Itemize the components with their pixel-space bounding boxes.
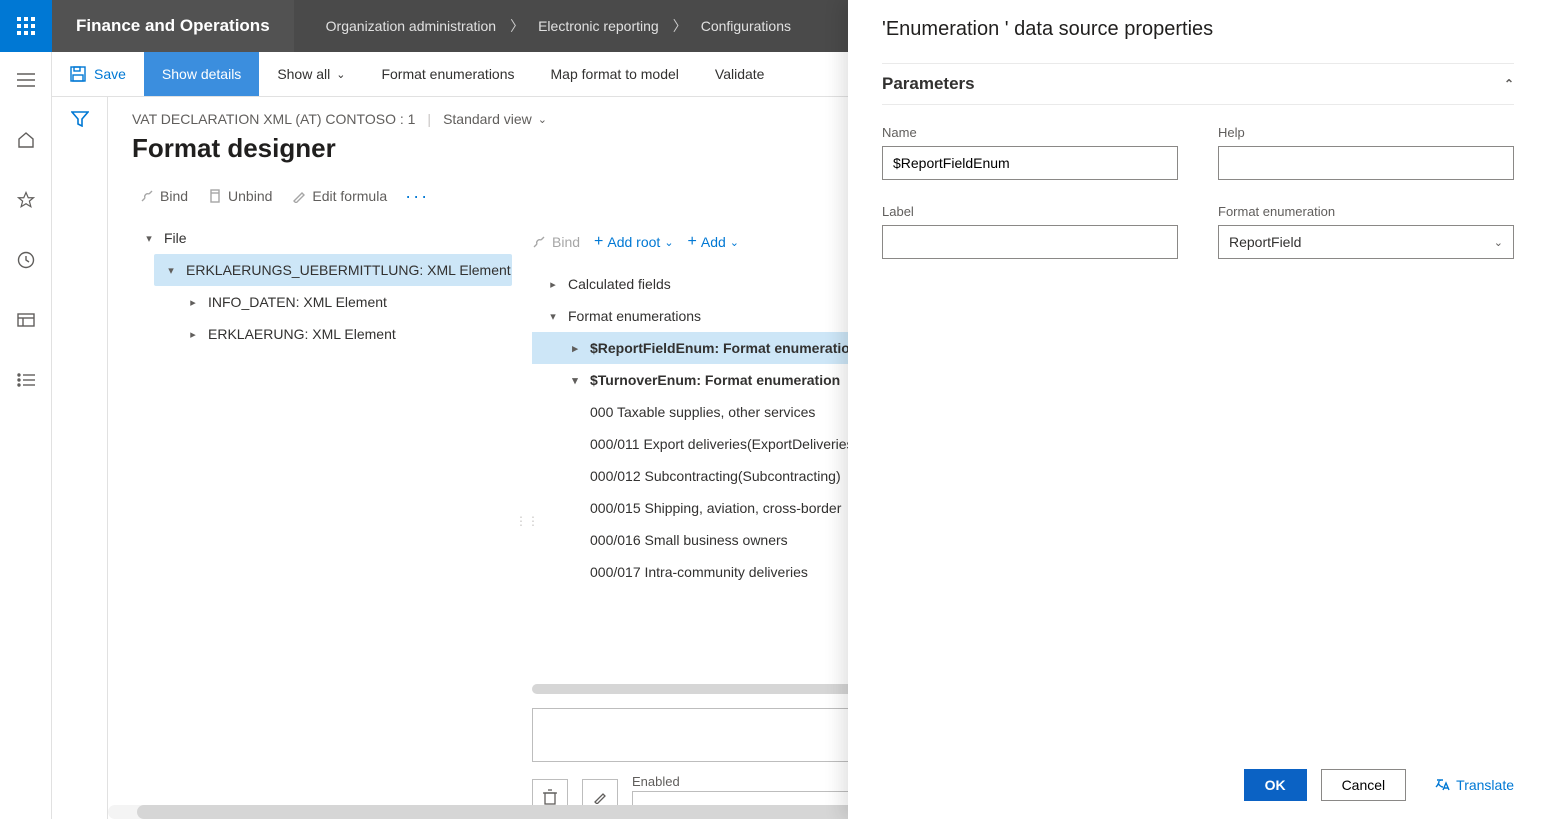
breadcrumb-item[interactable]: Electronic reporting: [538, 18, 659, 34]
breadcrumb-item[interactable]: Configurations: [701, 18, 791, 34]
map-bind-button[interactable]: Bind: [532, 234, 580, 250]
map-node-label: 000/012 Subcontracting(Subcontracting): [590, 468, 841, 484]
chevron-down-icon: ⌄: [336, 68, 345, 81]
splitter-handle[interactable]: ⋮⋮: [522, 222, 532, 819]
map-format-label: Map format to model: [551, 66, 679, 82]
more-icon[interactable]: ···: [399, 186, 435, 207]
pane-title: 'Enumeration ' data source properties: [882, 18, 1514, 41]
add-root-label: Add root: [607, 234, 660, 250]
workspace-icon[interactable]: [8, 302, 44, 338]
map-node-label: 000 Taxable supplies, other services: [590, 404, 815, 420]
name-input[interactable]: [882, 146, 1178, 180]
translate-link[interactable]: Translate: [1434, 777, 1514, 793]
chevron-right-icon: 〉: [673, 16, 687, 36]
ok-button[interactable]: OK: [1244, 769, 1307, 801]
caret-right-icon: ▸: [566, 342, 584, 355]
view-picker[interactable]: Standard view ⌄: [443, 111, 547, 127]
view-label: Standard view: [443, 111, 532, 127]
format-enumeration-value: ReportField: [1229, 234, 1301, 250]
map-node-label: Format enumerations: [568, 308, 701, 324]
edit-formula-label: Edit formula: [312, 188, 387, 204]
tree-node-label: ERKLAERUNG: XML Element: [208, 326, 396, 342]
chevron-right-icon: 〉: [510, 16, 524, 36]
list-icon[interactable]: [8, 362, 44, 398]
map-node-label: $TurnoverEnum: Format enumeration: [590, 372, 840, 388]
unbind-button[interactable]: Unbind: [200, 184, 280, 208]
save-button[interactable]: Save: [52, 52, 144, 96]
name-label: Name: [882, 125, 1178, 140]
tree-node-label: INFO_DATEN: XML Element: [208, 294, 387, 310]
edit-formula-button[interactable]: Edit formula: [284, 184, 395, 208]
map-node-label: 000/017 Intra-community deliveries: [590, 564, 808, 580]
add-label: Add: [701, 234, 726, 250]
document-id: VAT DECLARATION XML (AT) CONTOSO : 1: [132, 111, 415, 127]
tree-root-label: File: [164, 230, 187, 246]
map-node-label: 000/011 Export deliveries(ExportDeliveri…: [590, 436, 858, 452]
label-input[interactable]: [882, 225, 1178, 259]
caret-down-icon: ▾: [140, 232, 158, 245]
validate-label: Validate: [715, 66, 765, 82]
caret-right-icon: ▸: [544, 278, 562, 291]
filter-icon[interactable]: [71, 111, 89, 819]
cancel-button[interactable]: Cancel: [1321, 769, 1407, 801]
format-enumeration-select[interactable]: ReportField ⌄: [1218, 225, 1514, 259]
validate-button[interactable]: Validate: [697, 52, 783, 96]
breadcrumb-item[interactable]: Organization administration: [326, 18, 496, 34]
show-all-label: Show all: [277, 66, 330, 82]
save-button-label: Save: [94, 66, 126, 82]
help-input[interactable]: [1218, 146, 1514, 180]
tree-root[interactable]: ▾ File: [132, 222, 512, 254]
map-node-label: 000/015 Shipping, aviation, cross-border: [590, 500, 841, 516]
chevron-up-icon: ⌃: [1504, 77, 1514, 91]
caret-down-icon: ▾: [566, 374, 584, 387]
map-node-label: Calculated fields: [568, 276, 671, 292]
help-label: Help: [1218, 125, 1514, 140]
format-enumerations-button[interactable]: Format enumerations: [363, 52, 532, 96]
map-node-label: $ReportFieldEnum: Format enumeration: [590, 340, 858, 356]
bind-label: Bind: [160, 188, 188, 204]
separator: |: [427, 111, 431, 127]
format-enumeration-label: Format enumeration: [1218, 204, 1514, 219]
add-root-button[interactable]: + Add root ⌄: [594, 233, 674, 251]
add-button[interactable]: + Add ⌄: [688, 233, 739, 251]
app-title: Finance and Operations: [52, 0, 294, 52]
caret-down-icon: ▾: [544, 310, 562, 323]
caret-right-icon: ▸: [184, 296, 202, 309]
nav-menu-icon[interactable]: [8, 62, 44, 98]
map-node-label: 000/016 Small business owners: [590, 532, 788, 548]
caret-down-icon: ▾: [162, 264, 180, 277]
map-bind-label: Bind: [552, 234, 580, 250]
translate-label: Translate: [1456, 777, 1514, 793]
tree-node[interactable]: ▸ ERKLAERUNG: XML Element: [176, 318, 512, 350]
tree-node[interactable]: ▾ ERKLAERUNGS_UEBERMITTLUNG: XML Element: [154, 254, 512, 286]
properties-pane: 'Enumeration ' data source properties Pa…: [848, 0, 1548, 819]
caret-right-icon: ▸: [184, 328, 202, 341]
plus-icon: +: [688, 233, 697, 251]
plus-icon: +: [594, 233, 603, 251]
format-enum-label: Format enumerations: [381, 66, 514, 82]
chevron-down-icon: ⌄: [1494, 236, 1503, 249]
map-format-to-model-button[interactable]: Map format to model: [533, 52, 697, 96]
bind-button[interactable]: Bind: [132, 184, 196, 208]
show-details-button[interactable]: Show details: [144, 52, 259, 96]
star-icon[interactable]: [8, 182, 44, 218]
unbind-label: Unbind: [228, 188, 272, 204]
section-header-parameters[interactable]: Parameters ⌃: [882, 63, 1514, 105]
tree-node[interactable]: ▸ INFO_DATEN: XML Element: [176, 286, 512, 318]
chevron-down-icon: ⌄: [730, 236, 739, 249]
chevron-down-icon: ⌄: [538, 113, 547, 126]
app-launcher-icon[interactable]: [0, 0, 52, 52]
section-label: Parameters: [882, 74, 975, 94]
breadcrumb: Organization administration 〉 Electronic…: [294, 16, 791, 36]
recent-icon[interactable]: [8, 242, 44, 278]
show-details-label: Show details: [162, 66, 241, 82]
chevron-down-icon: ⌄: [664, 236, 673, 249]
show-all-button[interactable]: Show all ⌄: [259, 52, 363, 96]
tree-node-label: ERKLAERUNGS_UEBERMITTLUNG: XML Element: [186, 262, 511, 278]
home-icon[interactable]: [8, 122, 44, 158]
label-label: Label: [882, 204, 1178, 219]
